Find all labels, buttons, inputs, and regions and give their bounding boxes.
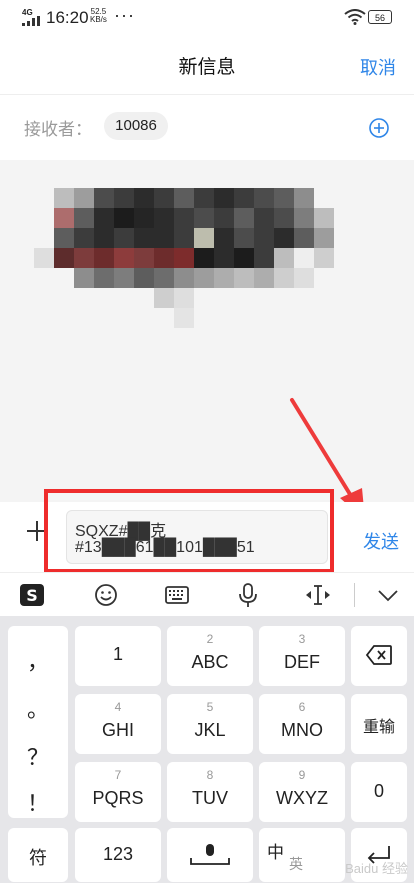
key-1[interactable]: 1: [75, 626, 161, 686]
emoji-icon[interactable]: [92, 581, 120, 609]
key-9[interactable]: 9 WXYZ: [259, 762, 345, 822]
t9-keyboard: ， 。 ？ ！ 1 2 ABC 3 DEF 4 GHI 5 JKL 6 MNO …: [0, 616, 414, 883]
symbol-key[interactable]: 符: [8, 828, 68, 882]
punctuation-column[interactable]: ， 。 ？ ！: [8, 626, 68, 818]
key-6[interactable]: 6 MNO: [259, 694, 345, 754]
reinput-key[interactable]: 重输: [351, 694, 407, 754]
recipient-row: 接收者： 10086: [0, 94, 414, 161]
key-8[interactable]: 8 TUV: [167, 762, 253, 822]
backspace-key[interactable]: [351, 626, 407, 686]
pixelated-message-image: [34, 188, 334, 328]
send-button[interactable]: 发送: [363, 528, 399, 554]
more-notifications-icon: ···: [114, 5, 135, 25]
watermark: Baidu 经验: [345, 861, 408, 876]
sogou-logo-icon[interactable]: S: [18, 581, 46, 609]
punct-period[interactable]: 。: [8, 692, 68, 724]
cancel-button[interactable]: 取消: [360, 54, 396, 80]
punct-exclaim[interactable]: ！: [8, 786, 68, 818]
key-3[interactable]: 3 DEF: [259, 626, 345, 686]
keyboard-icon[interactable]: [163, 581, 191, 609]
key-0[interactable]: 0: [351, 762, 407, 822]
clock: 16:20: [46, 8, 89, 27]
key-7[interactable]: 7 PQRS: [75, 762, 161, 822]
toolbar-divider: [354, 583, 355, 607]
backspace-icon: [365, 645, 392, 665]
number-mode-key[interactable]: 123: [75, 828, 161, 882]
net-speed: 52.5 KB/s: [90, 7, 107, 24]
space-key[interactable]: [167, 828, 253, 882]
key-2[interactable]: 2 ABC: [167, 626, 253, 686]
cursor-move-icon[interactable]: [304, 581, 332, 609]
punct-comma[interactable]: ，: [8, 644, 68, 676]
svg-text:S: S: [26, 586, 38, 605]
highlight-box: [44, 489, 334, 573]
recipient-chip[interactable]: 10086: [104, 112, 168, 140]
key-5[interactable]: 5 JKL: [167, 694, 253, 754]
wifi-icon: [344, 9, 366, 25]
microphone-icon[interactable]: [234, 581, 262, 609]
ime-toolbar: S: [0, 572, 414, 617]
add-recipient-icon[interactable]: [369, 118, 389, 138]
battery-icon: 56: [368, 10, 392, 24]
signal-icon: [22, 16, 40, 26]
space-mic-icon: [190, 844, 230, 865]
punct-question[interactable]: ？: [8, 740, 68, 772]
chevron-down-icon[interactable]: [374, 581, 402, 609]
language-switch-key[interactable]: 中 英: [259, 828, 345, 882]
key-4[interactable]: 4 GHI: [75, 694, 161, 754]
recipient-label: 接收者：: [24, 120, 92, 139]
app-header: 新信息 取消: [0, 36, 414, 94]
status-bar: 4G 16:20 52.5 KB/s ··· 56: [0, 0, 414, 36]
page-title: 新信息: [178, 57, 236, 78]
